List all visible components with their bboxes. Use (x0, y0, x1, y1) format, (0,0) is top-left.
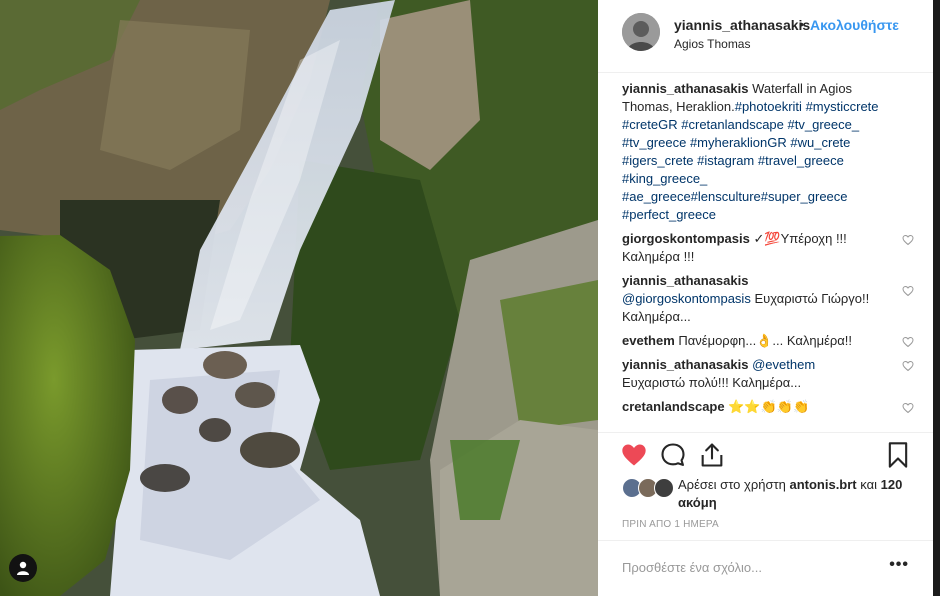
comment-mention[interactable]: @evethem (752, 357, 815, 372)
comment-username[interactable]: giorgoskontompasis (622, 231, 750, 246)
likes-middle: και (860, 477, 878, 492)
waterfall-image (0, 0, 598, 596)
hashtag-link[interactable]: #wu_crete (790, 135, 850, 150)
comment-text: Ευχαριστώ πολύ!!! Καλημέρα... (622, 375, 802, 390)
comment-item: yiannis_athanasakis @evethem Ευχαριστώ π… (622, 356, 914, 392)
share-icon[interactable] (698, 441, 726, 469)
add-comment-bar: Προσθέστε ένα σχόλιο... ••• (598, 540, 933, 596)
more-options-icon[interactable]: ••• (889, 556, 909, 574)
post-header: yiannis_athanasakis • Ακολουθήστε Agios … (598, 0, 933, 73)
comment-icon[interactable] (659, 441, 687, 469)
avatar[interactable] (622, 13, 660, 51)
caption: yiannis_athanasakis Waterfall in Agios T… (622, 80, 912, 224)
comment-list: yiannis_athanasakis Waterfall in Agios T… (622, 80, 914, 422)
comment-username[interactable]: yiannis_athanasakis (622, 357, 748, 372)
heart-outline-icon[interactable] (902, 234, 914, 246)
comment-input[interactable]: Προσθέστε ένα σχόλιο... (622, 560, 762, 575)
avatar (654, 478, 674, 498)
comment-item: giorgoskontompasis ✓💯Υπέροχη !!! Καλημέρ… (622, 230, 914, 266)
caption-hashtags: #photoekriti #mysticcrete #creteGR #cret… (622, 99, 879, 222)
hashtag-link[interactable]: #lensculture (691, 189, 761, 204)
hashtag-link[interactable]: #mysticcrete (806, 99, 879, 114)
comment-text: ⭐⭐👏👏👏 (728, 399, 810, 414)
post-sidebar: yiannis_athanasakis • Ακολουθήστε Agios … (598, 0, 934, 596)
hashtag-link[interactable]: #perfect_greece (622, 207, 716, 222)
comment-mention[interactable]: @giorgoskontompasis (622, 291, 751, 306)
user-tag-icon[interactable] (9, 554, 37, 582)
post-timestamp[interactable]: ΠΡΙΝ ΑΠΟ 1 ΗΜΕΡΑ (622, 519, 719, 530)
caption-username[interactable]: yiannis_athanasakis (622, 81, 748, 96)
heart-outline-icon[interactable] (902, 360, 914, 372)
comment-text: Πανέμορφη...👌... Καλημέρα!! (678, 333, 852, 348)
hashtag-link[interactable]: #tv_greece_ (788, 117, 860, 132)
instagram-post-viewer: yiannis_athanasakis • Ακολουθήστε Agios … (0, 0, 940, 596)
likes-prefix: Αρέσει στο χρήστη (678, 477, 786, 492)
comment-username[interactable]: cretanlandscape (622, 399, 725, 414)
hashtag-link[interactable]: #myheraklionGR (690, 135, 787, 150)
comment-username[interactable]: evethem (622, 333, 675, 348)
comment-username[interactable]: yiannis_athanasakis (622, 273, 748, 288)
hashtag-link[interactable]: #super_greece (761, 189, 848, 204)
hashtag-link[interactable]: #tv_greece (622, 135, 686, 150)
hashtag-link[interactable]: #travel_greece (758, 153, 844, 168)
hashtag-link[interactable]: #photoekriti (735, 99, 802, 114)
hashtag-link[interactable]: #king_greece_ (622, 171, 707, 186)
separator-dot: • (799, 16, 804, 32)
background-edge (933, 0, 940, 596)
hashtag-link[interactable]: #istagram (697, 153, 754, 168)
bookmark-icon[interactable] (884, 441, 912, 469)
likes-text: Αρέσει στο χρήστη antonis.brt και 120 ακ… (678, 476, 922, 512)
post-photo[interactable] (0, 0, 598, 596)
hashtag-link[interactable]: #creteGR (622, 117, 678, 132)
post-location[interactable]: Agios Thomas (674, 37, 750, 51)
comment-item: yiannis_athanasakis @giorgoskontompasis … (622, 272, 914, 326)
heart-outline-icon[interactable] (902, 402, 914, 414)
comment-item: cretanlandscape ⭐⭐👏👏👏 (622, 398, 914, 416)
heart-outline-icon[interactable] (902, 285, 914, 297)
post-author-username[interactable]: yiannis_athanasakis (674, 17, 810, 33)
hashtag-link[interactable]: #cretanlandscape (681, 117, 784, 132)
follow-button[interactable]: Ακολουθήστε (810, 17, 899, 33)
likes-user-link[interactable]: antonis.brt (789, 477, 856, 492)
likes-summary: Αρέσει στο χρήστη antonis.brt και 120 ακ… (622, 476, 922, 512)
liker-avatars[interactable] (622, 478, 674, 498)
action-bar (598, 432, 933, 468)
hashtag-link[interactable]: #igers_crete (622, 153, 694, 168)
heart-filled-icon[interactable] (620, 441, 648, 469)
comment-item: evethem Πανέμορφη...👌... Καλημέρα!! (622, 332, 914, 350)
hashtag-link[interactable]: #ae_greece (622, 189, 691, 204)
heart-outline-icon[interactable] (902, 336, 914, 348)
